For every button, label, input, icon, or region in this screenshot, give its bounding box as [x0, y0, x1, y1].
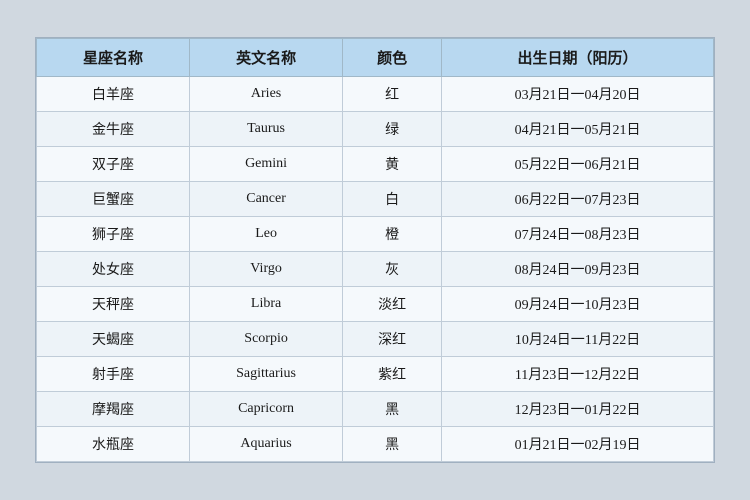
table-cell-4-1: Leo: [190, 217, 343, 252]
table-cell-4-0: 狮子座: [37, 217, 190, 252]
table-cell-3-3: 06月22日一07月23日: [442, 182, 714, 217]
table-cell-6-2: 淡红: [343, 287, 442, 322]
table-cell-2-1: Gemini: [190, 147, 343, 182]
table-cell-5-2: 灰: [343, 252, 442, 287]
table-cell-2-3: 05月22日一06月21日: [442, 147, 714, 182]
table-cell-1-0: 金牛座: [37, 112, 190, 147]
table-row: 狮子座Leo橙07月24日一08月23日: [37, 217, 714, 252]
table-cell-1-2: 绿: [343, 112, 442, 147]
table-cell-10-2: 黑: [343, 427, 442, 462]
table-cell-2-2: 黄: [343, 147, 442, 182]
table-cell-6-3: 09月24日一10月23日: [442, 287, 714, 322]
table-row: 处女座Virgo灰08月24日一09月23日: [37, 252, 714, 287]
table-cell-10-0: 水瓶座: [37, 427, 190, 462]
table-cell-3-1: Cancer: [190, 182, 343, 217]
table-row: 摩羯座Capricorn黑12月23日一01月22日: [37, 392, 714, 427]
table-cell-5-3: 08月24日一09月23日: [442, 252, 714, 287]
table-cell-2-0: 双子座: [37, 147, 190, 182]
table-row: 白羊座Aries红03月21日一04月20日: [37, 77, 714, 112]
table-cell-6-0: 天秤座: [37, 287, 190, 322]
table-cell-0-0: 白羊座: [37, 77, 190, 112]
table-cell-0-1: Aries: [190, 77, 343, 112]
table-cell-3-2: 白: [343, 182, 442, 217]
table-cell-4-3: 07月24日一08月23日: [442, 217, 714, 252]
table-row: 巨蟹座Cancer白06月22日一07月23日: [37, 182, 714, 217]
table-row: 天蝎座Scorpio深红10月24日一11月22日: [37, 322, 714, 357]
zodiac-table: 星座名称 英文名称 颜色 出生日期（阳历） 白羊座Aries红03月21日一04…: [36, 38, 714, 462]
table-cell-9-2: 黑: [343, 392, 442, 427]
table-row: 金牛座Taurus绿04月21日一05月21日: [37, 112, 714, 147]
table-header-row: 星座名称 英文名称 颜色 出生日期（阳历）: [37, 39, 714, 77]
table-cell-7-3: 10月24日一11月22日: [442, 322, 714, 357]
table-cell-1-3: 04月21日一05月21日: [442, 112, 714, 147]
table-body: 白羊座Aries红03月21日一04月20日金牛座Taurus绿04月21日一0…: [37, 77, 714, 462]
table-cell-8-2: 紫红: [343, 357, 442, 392]
table-cell-0-2: 红: [343, 77, 442, 112]
header-english-name: 英文名称: [190, 39, 343, 77]
table-cell-8-3: 11月23日一12月22日: [442, 357, 714, 392]
table-row: 双子座Gemini黄05月22日一06月21日: [37, 147, 714, 182]
table-cell-4-2: 橙: [343, 217, 442, 252]
header-color: 颜色: [343, 39, 442, 77]
table-row: 天秤座Libra淡红09月24日一10月23日: [37, 287, 714, 322]
table-cell-6-1: Libra: [190, 287, 343, 322]
table-cell-5-1: Virgo: [190, 252, 343, 287]
table-cell-10-1: Aquarius: [190, 427, 343, 462]
table-cell-7-2: 深红: [343, 322, 442, 357]
table-cell-5-0: 处女座: [37, 252, 190, 287]
table-row: 射手座Sagittarius紫红11月23日一12月22日: [37, 357, 714, 392]
table-row: 水瓶座Aquarius黑01月21日一02月19日: [37, 427, 714, 462]
table-cell-7-0: 天蝎座: [37, 322, 190, 357]
table-cell-9-1: Capricorn: [190, 392, 343, 427]
header-chinese-name: 星座名称: [37, 39, 190, 77]
table-cell-8-0: 射手座: [37, 357, 190, 392]
zodiac-table-container: 星座名称 英文名称 颜色 出生日期（阳历） 白羊座Aries红03月21日一04…: [35, 37, 715, 463]
table-cell-7-1: Scorpio: [190, 322, 343, 357]
table-cell-0-3: 03月21日一04月20日: [442, 77, 714, 112]
table-cell-1-1: Taurus: [190, 112, 343, 147]
table-cell-10-3: 01月21日一02月19日: [442, 427, 714, 462]
header-dates: 出生日期（阳历）: [442, 39, 714, 77]
table-cell-9-3: 12月23日一01月22日: [442, 392, 714, 427]
table-cell-3-0: 巨蟹座: [37, 182, 190, 217]
table-cell-8-1: Sagittarius: [190, 357, 343, 392]
table-cell-9-0: 摩羯座: [37, 392, 190, 427]
